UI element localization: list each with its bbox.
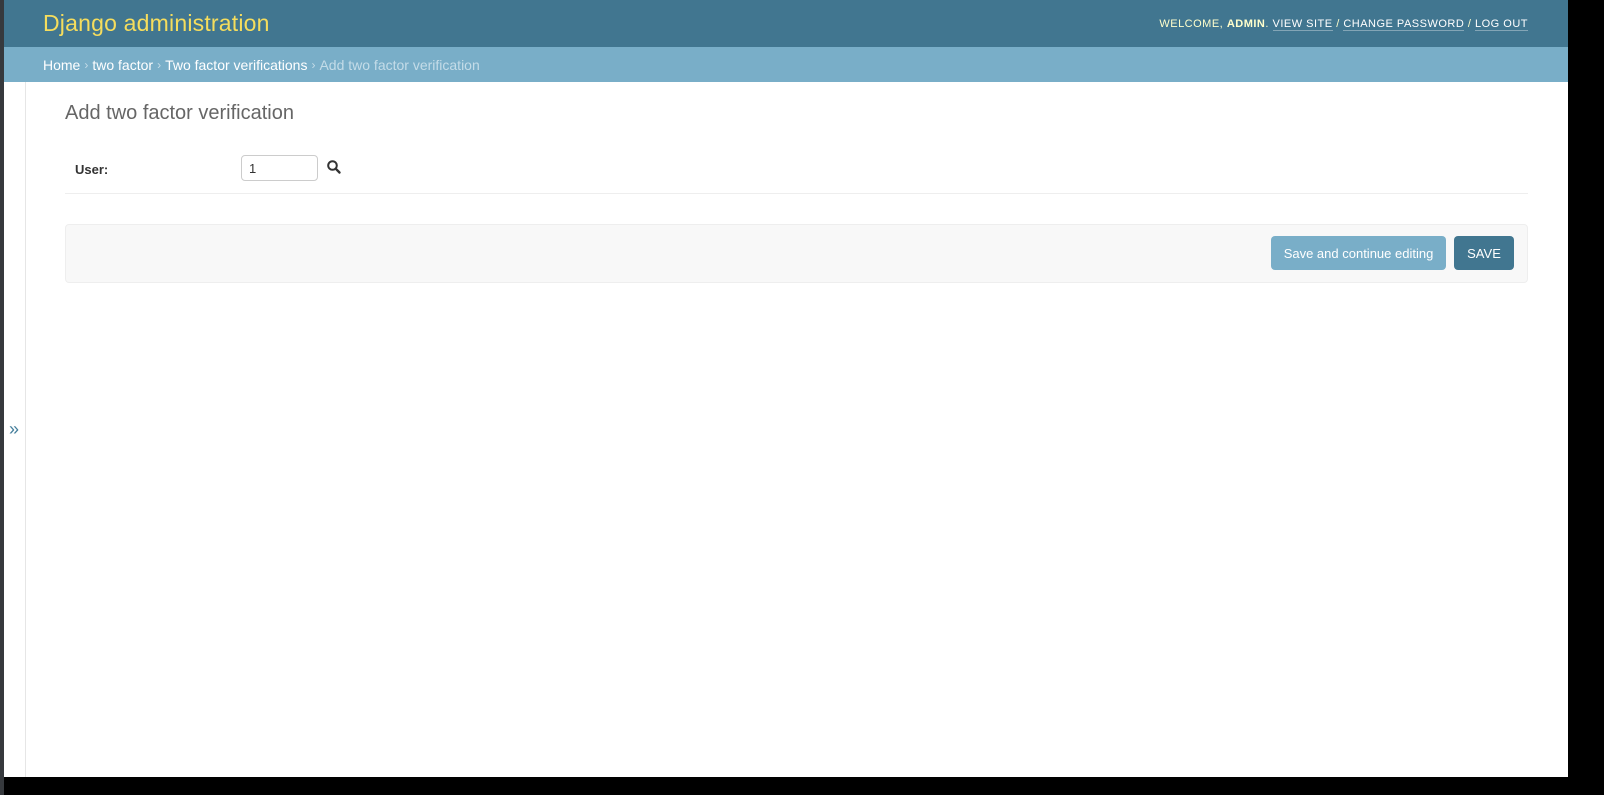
header: Django administration Welcome, admin. Vi…	[4, 0, 1568, 47]
form-row-user: User:	[65, 144, 1528, 194]
breadcrumb: Home › two factor › Two factor verificat…	[4, 47, 1568, 82]
separator: /	[1336, 17, 1340, 30]
separator: /	[1467, 17, 1472, 30]
breadcrumb-separator: ›	[84, 57, 89, 72]
breadcrumb-current: Add two factor verification	[319, 56, 480, 73]
save-and-continue-button[interactable]: Save and continue editing	[1271, 236, 1446, 270]
change-password-link[interactable]: Change password	[1343, 17, 1465, 31]
chevron-double-right-icon[interactable]: »	[9, 419, 19, 439]
breadcrumb-separator: ›	[157, 57, 162, 72]
site-name[interactable]: Django administration	[43, 10, 270, 37]
breadcrumb-two-factor-verifications[interactable]: Two factor verifications	[165, 57, 307, 73]
user-field[interactable]	[241, 155, 318, 181]
breadcrumb-two-factor[interactable]: two factor	[92, 57, 153, 73]
window-right-edge	[1568, 0, 1604, 795]
save-button[interactable]: Save	[1454, 236, 1514, 270]
user-label: User:	[75, 162, 109, 177]
view-site-link[interactable]: View site	[1272, 17, 1333, 31]
sidebar-toggle[interactable]: »	[4, 82, 26, 777]
breadcrumb-home[interactable]: Home	[43, 57, 80, 73]
page-title: Add two factor verification	[65, 102, 294, 124]
search-icon[interactable]	[326, 159, 342, 175]
main-content: » Add two factor verification User: Save…	[4, 82, 1568, 777]
username: admin	[1226, 17, 1266, 30]
user-tools: Welcome, admin. View site / Change passw…	[1159, 17, 1528, 31]
log-out-link[interactable]: Log out	[1474, 17, 1528, 31]
welcome-text: Welcome,	[1159, 17, 1224, 30]
submit-row: Save and continue editing Save	[65, 224, 1528, 283]
breadcrumb-separator: ›	[311, 57, 316, 72]
admin-page: Django administration Welcome, admin. Vi…	[4, 0, 1568, 777]
